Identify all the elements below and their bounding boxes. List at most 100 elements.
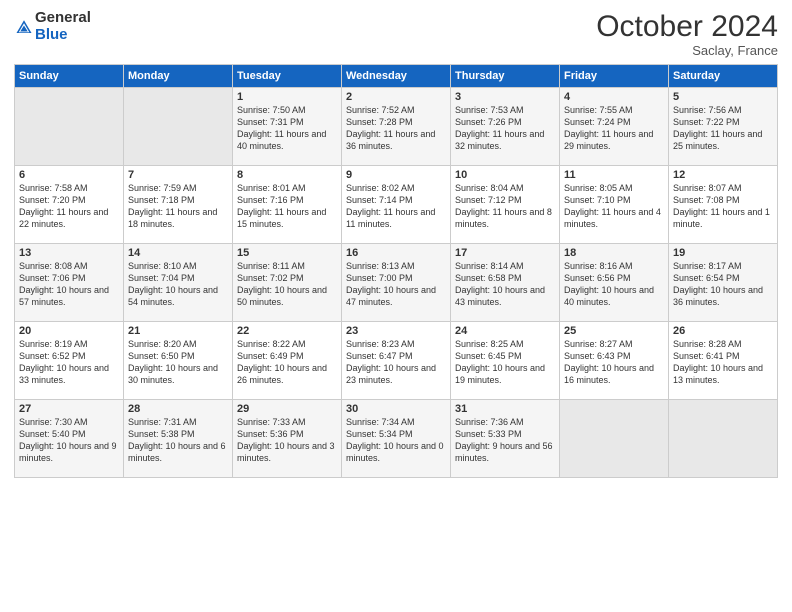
calendar-cell: 7Sunrise: 7:59 AMSunset: 7:18 PMDaylight… [124,166,233,244]
cell-info: Sunrise: 8:08 AMSunset: 7:06 PMDaylight:… [19,260,119,309]
day-number: 14 [128,247,228,259]
day-number: 21 [128,325,228,337]
logo-general-text: General [35,10,91,27]
cell-info: Sunrise: 7:59 AMSunset: 7:18 PMDaylight:… [128,182,228,231]
day-number: 22 [237,325,337,337]
header: General Blue October 2024 Saclay, France [14,10,778,58]
title-block: October 2024 Saclay, France [596,10,778,58]
header-cell-saturday: Saturday [669,65,778,88]
day-number: 16 [346,247,446,259]
calendar-cell: 8Sunrise: 8:01 AMSunset: 7:16 PMDaylight… [233,166,342,244]
day-number: 10 [455,169,555,181]
calendar-cell: 31Sunrise: 7:36 AMSunset: 5:33 PMDayligh… [451,400,560,478]
day-number: 19 [673,247,773,259]
calendar-cell: 6Sunrise: 7:58 AMSunset: 7:20 PMDaylight… [15,166,124,244]
day-number: 8 [237,169,337,181]
location-title: Saclay, France [596,43,778,58]
calendar-cell: 26Sunrise: 8:28 AMSunset: 6:41 PMDayligh… [669,322,778,400]
cell-info: Sunrise: 8:02 AMSunset: 7:14 PMDaylight:… [346,182,446,231]
day-number: 20 [19,325,119,337]
day-number: 13 [19,247,119,259]
cell-info: Sunrise: 8:27 AMSunset: 6:43 PMDaylight:… [564,338,664,387]
day-number: 29 [237,403,337,415]
calendar-cell [15,88,124,166]
cell-info: Sunrise: 7:36 AMSunset: 5:33 PMDaylight:… [455,416,555,465]
day-number: 2 [346,91,446,103]
calendar-cell: 24Sunrise: 8:25 AMSunset: 6:45 PMDayligh… [451,322,560,400]
day-number: 11 [564,169,664,181]
cell-info: Sunrise: 7:52 AMSunset: 7:28 PMDaylight:… [346,104,446,153]
cell-info: Sunrise: 8:11 AMSunset: 7:02 PMDaylight:… [237,260,337,309]
calendar-cell [560,400,669,478]
day-number: 23 [346,325,446,337]
cell-info: Sunrise: 7:34 AMSunset: 5:34 PMDaylight:… [346,416,446,465]
cell-info: Sunrise: 8:20 AMSunset: 6:50 PMDaylight:… [128,338,228,387]
cell-info: Sunrise: 8:05 AMSunset: 7:10 PMDaylight:… [564,182,664,231]
calendar-cell: 30Sunrise: 7:34 AMSunset: 5:34 PMDayligh… [342,400,451,478]
calendar-cell: 21Sunrise: 8:20 AMSunset: 6:50 PMDayligh… [124,322,233,400]
day-number: 4 [564,91,664,103]
week-row-4: 20Sunrise: 8:19 AMSunset: 6:52 PMDayligh… [15,322,778,400]
cell-info: Sunrise: 7:55 AMSunset: 7:24 PMDaylight:… [564,104,664,153]
calendar-cell: 15Sunrise: 8:11 AMSunset: 7:02 PMDayligh… [233,244,342,322]
week-row-2: 6Sunrise: 7:58 AMSunset: 7:20 PMDaylight… [15,166,778,244]
day-number: 30 [346,403,446,415]
day-number: 24 [455,325,555,337]
logo-blue-text: Blue [35,27,91,44]
week-row-3: 13Sunrise: 8:08 AMSunset: 7:06 PMDayligh… [15,244,778,322]
day-number: 27 [19,403,119,415]
calendar-cell: 11Sunrise: 8:05 AMSunset: 7:10 PMDayligh… [560,166,669,244]
calendar-cell: 20Sunrise: 8:19 AMSunset: 6:52 PMDayligh… [15,322,124,400]
day-number: 1 [237,91,337,103]
day-number: 6 [19,169,119,181]
header-cell-sunday: Sunday [15,65,124,88]
day-number: 7 [128,169,228,181]
calendar-cell: 25Sunrise: 8:27 AMSunset: 6:43 PMDayligh… [560,322,669,400]
cell-info: Sunrise: 7:31 AMSunset: 5:38 PMDaylight:… [128,416,228,465]
cell-info: Sunrise: 8:04 AMSunset: 7:12 PMDaylight:… [455,182,555,231]
calendar-cell: 23Sunrise: 8:23 AMSunset: 6:47 PMDayligh… [342,322,451,400]
calendar-cell: 17Sunrise: 8:14 AMSunset: 6:58 PMDayligh… [451,244,560,322]
cell-info: Sunrise: 7:53 AMSunset: 7:26 PMDaylight:… [455,104,555,153]
cell-info: Sunrise: 8:01 AMSunset: 7:16 PMDaylight:… [237,182,337,231]
header-cell-monday: Monday [124,65,233,88]
cell-info: Sunrise: 8:28 AMSunset: 6:41 PMDaylight:… [673,338,773,387]
day-number: 18 [564,247,664,259]
day-number: 5 [673,91,773,103]
calendar-page: General Blue October 2024 Saclay, France… [0,0,792,612]
cell-info: Sunrise: 7:33 AMSunset: 5:36 PMDaylight:… [237,416,337,465]
calendar-cell: 29Sunrise: 7:33 AMSunset: 5:36 PMDayligh… [233,400,342,478]
day-number: 31 [455,403,555,415]
day-number: 26 [673,325,773,337]
day-number: 9 [346,169,446,181]
calendar-cell: 18Sunrise: 8:16 AMSunset: 6:56 PMDayligh… [560,244,669,322]
cell-info: Sunrise: 7:50 AMSunset: 7:31 PMDaylight:… [237,104,337,153]
day-number: 15 [237,247,337,259]
calendar-cell [669,400,778,478]
calendar-cell: 14Sunrise: 8:10 AMSunset: 7:04 PMDayligh… [124,244,233,322]
week-row-1: 1Sunrise: 7:50 AMSunset: 7:31 PMDaylight… [15,88,778,166]
cell-info: Sunrise: 8:07 AMSunset: 7:08 PMDaylight:… [673,182,773,231]
cell-info: Sunrise: 8:14 AMSunset: 6:58 PMDaylight:… [455,260,555,309]
calendar-cell: 13Sunrise: 8:08 AMSunset: 7:06 PMDayligh… [15,244,124,322]
calendar-cell: 1Sunrise: 7:50 AMSunset: 7:31 PMDaylight… [233,88,342,166]
calendar-table: SundayMondayTuesdayWednesdayThursdayFrid… [14,64,778,478]
cell-info: Sunrise: 8:23 AMSunset: 6:47 PMDaylight:… [346,338,446,387]
calendar-cell: 10Sunrise: 8:04 AMSunset: 7:12 PMDayligh… [451,166,560,244]
header-cell-friday: Friday [560,65,669,88]
logo-icon [15,18,33,36]
header-row: SundayMondayTuesdayWednesdayThursdayFrid… [15,65,778,88]
day-number: 3 [455,91,555,103]
day-number: 12 [673,169,773,181]
cell-info: Sunrise: 8:10 AMSunset: 7:04 PMDaylight:… [128,260,228,309]
calendar-cell: 28Sunrise: 7:31 AMSunset: 5:38 PMDayligh… [124,400,233,478]
day-number: 17 [455,247,555,259]
calendar-cell: 19Sunrise: 8:17 AMSunset: 6:54 PMDayligh… [669,244,778,322]
calendar-cell [124,88,233,166]
calendar-cell: 22Sunrise: 8:22 AMSunset: 6:49 PMDayligh… [233,322,342,400]
cell-info: Sunrise: 7:58 AMSunset: 7:20 PMDaylight:… [19,182,119,231]
cell-info: Sunrise: 7:56 AMSunset: 7:22 PMDaylight:… [673,104,773,153]
calendar-cell: 27Sunrise: 7:30 AMSunset: 5:40 PMDayligh… [15,400,124,478]
header-cell-thursday: Thursday [451,65,560,88]
cell-info: Sunrise: 8:25 AMSunset: 6:45 PMDaylight:… [455,338,555,387]
